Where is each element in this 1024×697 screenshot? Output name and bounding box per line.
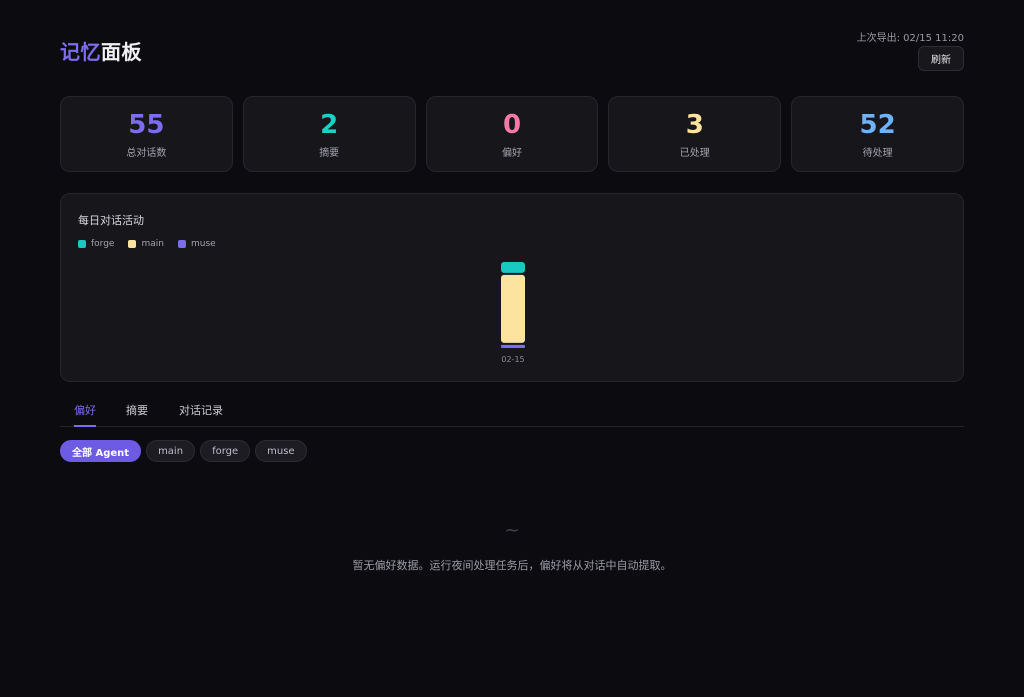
filter-muse[interactable]: muse [255, 440, 307, 462]
stat-label: 待处理 [862, 147, 893, 159]
refresh-button[interactable]: 刷新 [918, 46, 964, 71]
page-title-rest: 面板 [101, 40, 142, 64]
daily-activity-chart-card: 每日对话活动 forge main muse 02-15 [60, 193, 964, 382]
filter-all-agents[interactable]: 全部 Agent [60, 440, 142, 462]
tab-bar: 偏好 摘要 对话记录 [60, 398, 964, 427]
bar-segment-main [501, 274, 525, 343]
stat-value: 3 [685, 109, 704, 140]
filter-main[interactable]: main [146, 440, 196, 462]
stat-card-preferences: 0 偏好 [425, 96, 599, 172]
bar-segment-muse [501, 344, 525, 348]
stats-row: 55 总对话数 2 摘要 0 偏好 3 已处理 52 待处理 [60, 96, 964, 172]
stat-value: 52 [859, 109, 896, 140]
empty-state-tilde-icon: ~ [504, 520, 520, 541]
agent-filter-group: 全部 Agent main forge muse [60, 440, 307, 462]
empty-state-message: 暂无偏好数据。运行夜间处理任务后，偏好将从对话中自动提取。 [352, 559, 672, 572]
stat-value: 2 [320, 109, 339, 140]
filter-forge[interactable]: forge [200, 440, 251, 462]
stat-value: 55 [128, 109, 165, 140]
stat-label: 总对话数 [126, 147, 167, 159]
page-title-accent: 记忆 [60, 40, 101, 64]
stat-label: 偏好 [501, 147, 522, 159]
memory-dashboard: 记忆面板 上次导出: 02/15 11:20 刷新 55 总对话数 2 摘要 0… [0, 0, 1024, 697]
stat-card-pending: 52 待处理 [791, 96, 964, 172]
chart-plot: 02-15 [501, 262, 525, 364]
tab-preferences[interactable]: 偏好 [74, 402, 96, 427]
page-title: 记忆面板 [60, 36, 142, 65]
stat-card-summaries: 2 摘要 [242, 96, 416, 172]
bar-segment-forge [501, 262, 525, 273]
tab-summaries[interactable]: 摘要 [126, 402, 148, 425]
stat-label: 摘要 [319, 147, 340, 159]
stat-card-total-conversations: 55 总对话数 [60, 96, 233, 172]
last-export-timestamp: 上次导出: 02/15 11:20 [856, 33, 964, 44]
tab-conversation-logs[interactable]: 对话记录 [179, 402, 223, 425]
x-tick-label: 02-15 [501, 355, 524, 364]
stat-card-processed: 3 已处理 [608, 96, 782, 172]
stat-value: 0 [502, 109, 522, 140]
stat-label: 已处理 [679, 147, 710, 159]
